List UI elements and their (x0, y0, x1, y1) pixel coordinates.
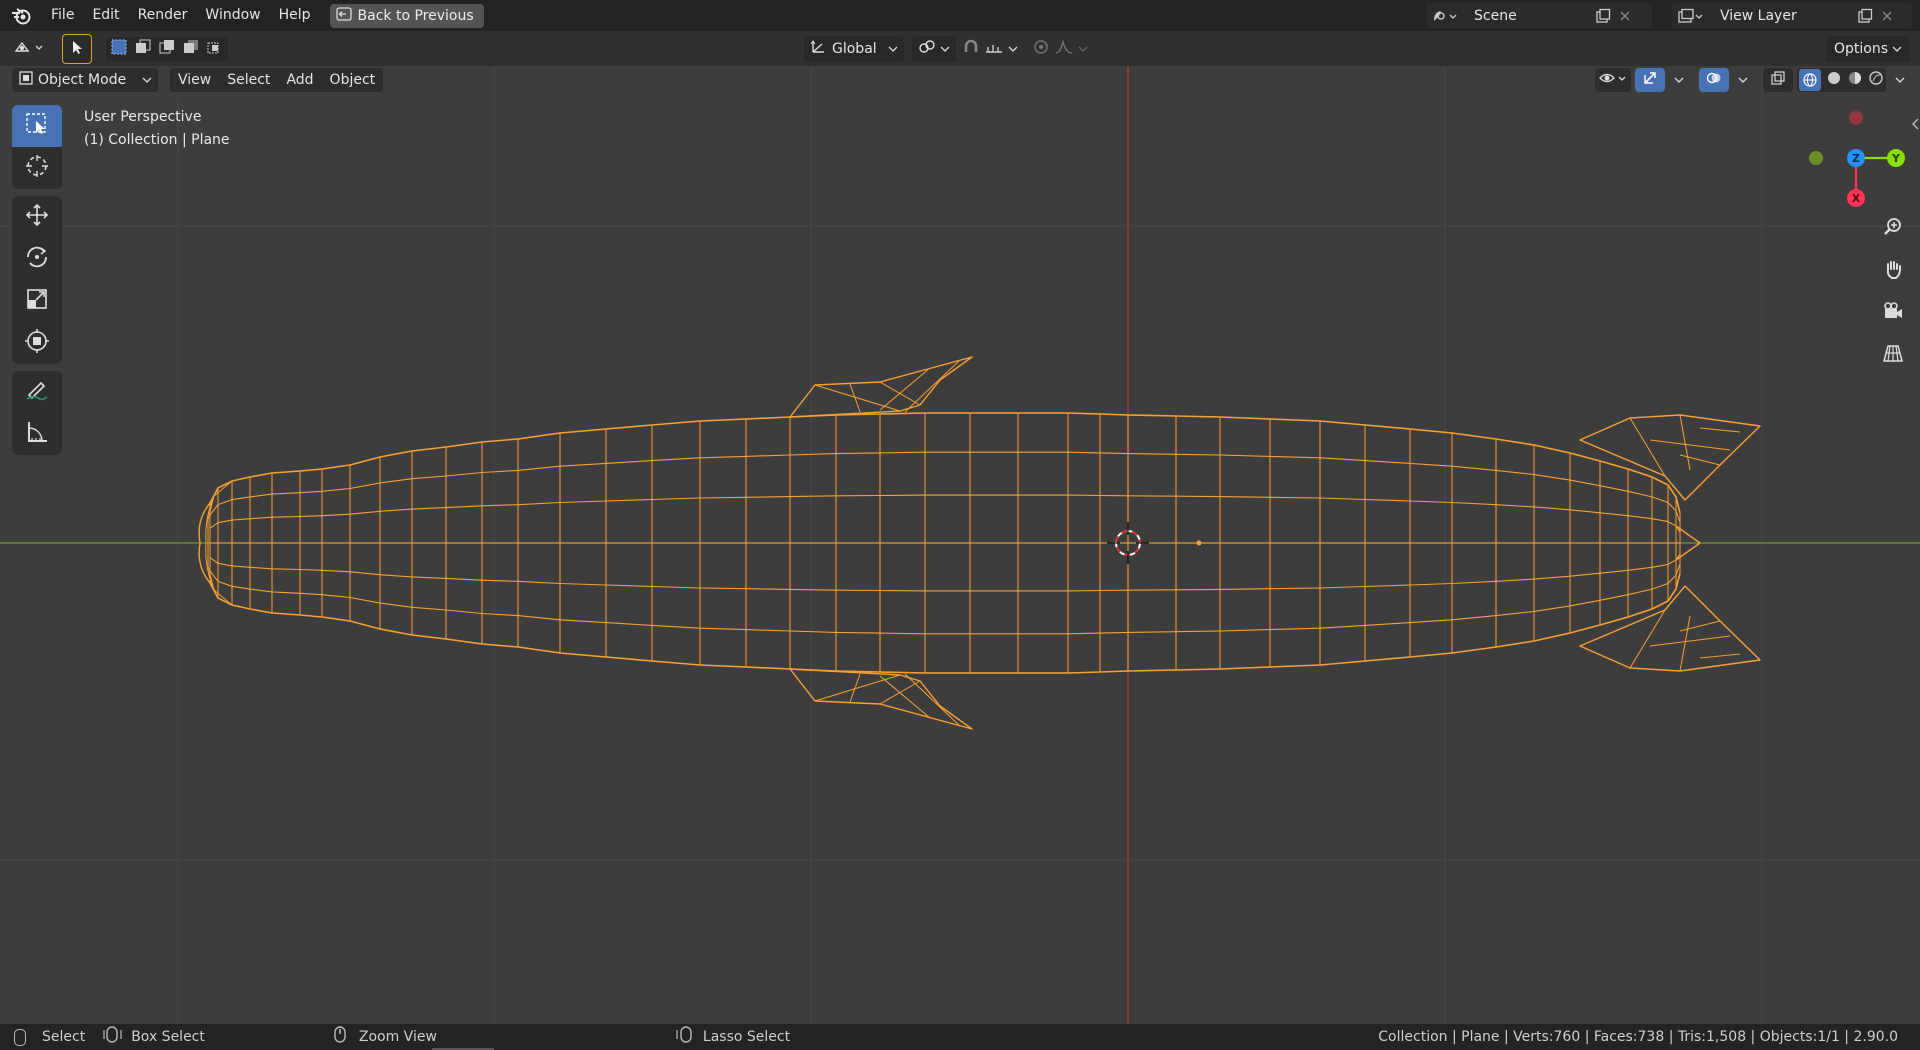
rendered-shading-icon[interactable] (1868, 70, 1884, 90)
status-bar: Select Box Select Zoom View Lasso Select… (0, 1024, 1920, 1050)
rotate-tool[interactable] (11, 238, 62, 280)
visibility-dropdown[interactable] (1595, 68, 1631, 92)
box-select-label: Box Select (131, 1029, 205, 1045)
hand-icon (1882, 258, 1904, 284)
overlays-dropdown[interactable] (1733, 68, 1753, 92)
material-shading-icon[interactable] (1847, 70, 1863, 90)
scale-icon (24, 286, 50, 316)
navigation-gizmo[interactable]: Z Y X (1796, 104, 1908, 214)
wireframe-shading-icon[interactable] (1799, 69, 1821, 91)
gizmo-toggle-button[interactable] (1635, 68, 1665, 92)
camera-view-button[interactable] (1876, 296, 1910, 330)
drag-mouse-icon (675, 1026, 697, 1048)
pencil-icon (24, 377, 50, 407)
x-axis-label: X (1852, 192, 1861, 205)
menu-add[interactable]: Add (278, 68, 322, 92)
viewport-info: User Perspective (1) Collection | Plane (84, 106, 230, 152)
3d-viewport[interactable] (0, 0, 1920, 1024)
negative-y-axis-ball[interactable] (1809, 151, 1823, 165)
status-lasso-hint: Lasso Select (675, 1026, 790, 1048)
mesh-edge (209, 563, 1681, 635)
grid-lines (0, 66, 1920, 1024)
menu-select[interactable]: Select (219, 68, 279, 92)
scene-statistics: Collection | Plane | Verts:760 | Faces:7… (1378, 1029, 1898, 1045)
mesh-edge (789, 668, 973, 730)
gizmo-dropdown[interactable] (1669, 68, 1689, 92)
solid-shading-icon[interactable] (1826, 70, 1842, 90)
xray-icon (1770, 70, 1786, 90)
shading-dropdown[interactable] (1890, 68, 1910, 92)
move-arrows-icon (24, 202, 50, 232)
sidebar-toggle-icon[interactable] (1910, 116, 1920, 132)
ruler-icon (24, 419, 50, 449)
left-toolbar (10, 105, 63, 462)
object-origin-dot (1196, 540, 1202, 546)
object-mode-dropdown[interactable]: Object Mode (12, 68, 158, 92)
overlays-toggle-button[interactable] (1699, 68, 1729, 92)
mesh-edge (1629, 414, 1741, 477)
select-hint-label: Select (42, 1029, 86, 1045)
lasso-select-label: Lasso Select (702, 1029, 791, 1045)
mesh-edge (789, 356, 973, 418)
mesh-edge (814, 673, 961, 727)
annotate-tool[interactable] (11, 371, 62, 413)
mesh-edge (209, 451, 1681, 523)
z-axis-label: Z (1852, 152, 1860, 165)
scale-tool[interactable] (11, 280, 62, 322)
grid-perspective-icon (1882, 342, 1904, 368)
select-box-tool[interactable] (11, 105, 62, 147)
select-box-icon (24, 111, 50, 141)
rotate-icon (24, 244, 50, 274)
perspective-label: User Perspective (84, 109, 202, 125)
status-zoom-hint: Zoom View (333, 1026, 437, 1048)
negative-x-axis-ball[interactable] (1849, 111, 1863, 125)
zoom-button[interactable] (1876, 212, 1910, 246)
crosshair-cursor-icon (24, 153, 50, 183)
left-mouse-icon (14, 1028, 26, 1046)
move-tool[interactable] (11, 196, 62, 238)
collection-label: (1) Collection | Plane (84, 132, 230, 148)
transform-tool[interactable] (11, 322, 62, 364)
measure-tool[interactable] (11, 413, 62, 455)
shading-mode-group (1797, 68, 1886, 92)
fish-mesh-wireframe[interactable] (198, 356, 1761, 730)
perspective-toggle-button[interactable] (1876, 338, 1910, 372)
chevron-down-icon (1674, 72, 1684, 88)
mesh-edge (209, 494, 1681, 533)
pan-button[interactable] (1876, 254, 1910, 288)
status-select-hint: Select (14, 1028, 86, 1046)
zoom-icon (1882, 216, 1904, 242)
transform-icon (24, 328, 50, 358)
y-axis-label: Y (1891, 152, 1901, 165)
middle-mouse-icon (333, 1026, 347, 1048)
gizmo-icon (1642, 70, 1658, 90)
chevron-down-icon (1895, 72, 1905, 88)
mesh-edge (209, 412, 1681, 514)
mesh-edge (814, 359, 961, 413)
chevron-down-icon (1738, 72, 1748, 88)
eye-icon (1598, 70, 1628, 90)
status-box-select-hint: Box Select (103, 1026, 205, 1048)
menu-view[interactable]: View (170, 68, 220, 92)
camera-icon (1882, 300, 1904, 326)
overlays-icon (1706, 70, 1722, 90)
mesh-edge (209, 553, 1681, 592)
menu-object[interactable]: Object (321, 68, 384, 92)
viewport-header-right (1595, 66, 1910, 94)
drag-mouse-icon (103, 1026, 125, 1048)
mesh-edge (1629, 609, 1741, 672)
object-mode-icon (18, 70, 34, 90)
zoom-view-label: Zoom View (358, 1029, 437, 1045)
mode-label: Object Mode (38, 72, 127, 88)
viewport-navigation (1876, 212, 1910, 372)
chevron-down-icon (142, 72, 152, 88)
mesh-edge (209, 572, 1681, 674)
cursor-tool[interactable] (11, 147, 62, 189)
xray-toggle-button[interactable] (1763, 68, 1793, 92)
